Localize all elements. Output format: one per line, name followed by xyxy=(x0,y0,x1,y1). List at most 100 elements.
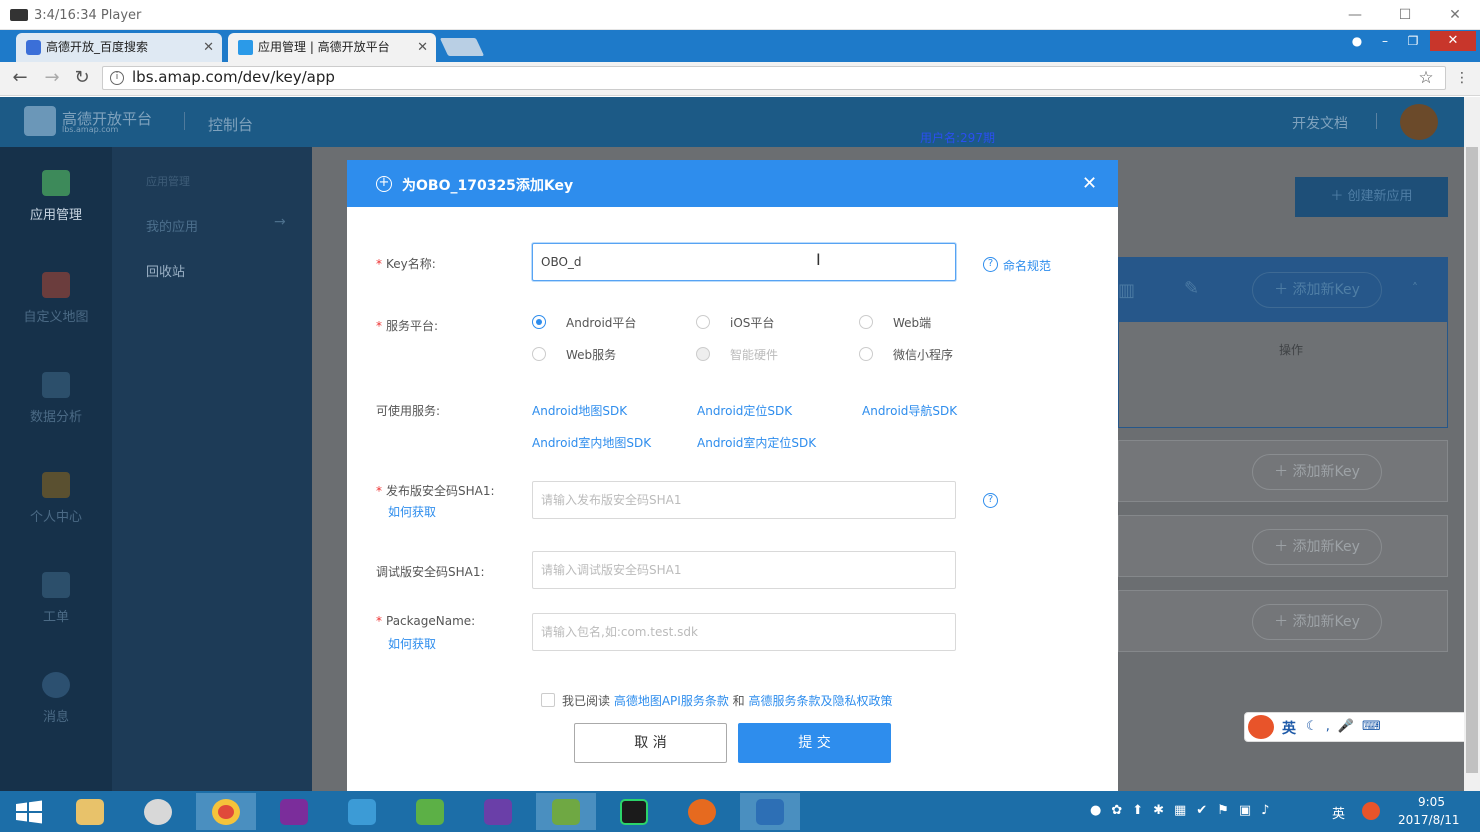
service-link[interactable]: Android室内地图SDK xyxy=(532,434,651,451)
terms-link[interactable]: 高德地图API服务条款 xyxy=(614,694,729,708)
sidebar-item-app-management[interactable]: 应用管理 xyxy=(0,170,112,270)
taskbar-powershell[interactable] xyxy=(740,793,800,830)
subnav-item-recycle[interactable]: 回收站 xyxy=(146,261,185,280)
naming-rule-link[interactable]: 命名规范 xyxy=(1003,257,1051,274)
maximize-button[interactable]: ☐ xyxy=(1390,4,1420,26)
info-icon[interactable]: i xyxy=(110,71,124,85)
taskbar-explorer[interactable] xyxy=(60,793,120,830)
tray-lang[interactable]: 英 xyxy=(1332,803,1345,822)
forward-arrow-icon[interactable]: → xyxy=(40,66,64,90)
trash-icon[interactable]: ▥ xyxy=(1118,280,1135,301)
sidebar-item-messages[interactable]: 消息 xyxy=(0,672,112,772)
browser-restore-button[interactable]: ❐ xyxy=(1402,33,1424,49)
radio-wechat[interactable] xyxy=(859,347,873,361)
docs-link[interactable]: 开发文档 xyxy=(1292,113,1348,133)
menu-icon[interactable]: ⋮ xyxy=(1450,66,1474,90)
modal-close-icon[interactable]: ✕ xyxy=(1082,173,1097,194)
sidebar-item-label: 应用管理 xyxy=(29,208,82,223)
avatar[interactable] xyxy=(1400,104,1438,140)
sogou-tray-icon[interactable] xyxy=(1362,802,1380,820)
clock-time[interactable]: 9:05 xyxy=(1418,795,1445,809)
radio-smart-hardware xyxy=(696,347,710,361)
tab-close-icon[interactable]: ✕ xyxy=(203,33,214,62)
browser-close-button[interactable]: ✕ xyxy=(1430,31,1476,51)
tray-icons[interactable]: ●✿⬆✱▦✔⚑▣♪ xyxy=(1090,803,1279,818)
release-sha1-label: * 发布版安全码SHA1: xyxy=(376,484,495,498)
add-key-button[interactable]: ＋ 添加新Key xyxy=(1252,454,1382,490)
taskbar-visual-studio[interactable] xyxy=(468,793,528,830)
help-icon[interactable]: ? xyxy=(983,257,998,272)
radio-label: Android平台 xyxy=(566,316,637,330)
package-name-input[interactable]: 请输入包名,如:com.test.sdk xyxy=(532,613,956,651)
clock-date[interactable]: 2017/8/11 xyxy=(1398,813,1460,827)
create-app-button[interactable]: ＋ 创建新应用 xyxy=(1295,177,1448,217)
sidebar-item-tickets[interactable]: 工单 xyxy=(0,572,112,672)
services-label: 可使用服务: xyxy=(376,404,441,418)
release-sha1-input[interactable]: 请输入发布版安全码SHA1 xyxy=(532,481,956,519)
taskbar-android-studio[interactable] xyxy=(536,793,596,830)
powershell-icon xyxy=(756,799,784,825)
radio-label: Web端 xyxy=(893,316,932,330)
user-icon[interactable]: ● xyxy=(1346,33,1368,49)
taskbar-monitor[interactable] xyxy=(332,793,392,830)
taskbar-chrome[interactable] xyxy=(196,793,256,830)
minimize-button[interactable]: — xyxy=(1340,4,1370,26)
windows-start-icon[interactable] xyxy=(14,800,44,824)
radio-web[interactable] xyxy=(859,315,873,329)
url-text[interactable]: lbs.amap.com/dev/key/app xyxy=(132,68,335,86)
service-link[interactable]: Android定位SDK xyxy=(697,402,792,419)
close-button[interactable]: ✕ xyxy=(1440,4,1470,26)
edit-icon[interactable]: ✎ xyxy=(1184,278,1199,299)
amap-favicon-icon xyxy=(238,40,253,55)
star-icon[interactable]: ☆ xyxy=(1414,66,1438,90)
radio-android[interactable] xyxy=(532,315,546,329)
taskbar-onenote[interactable] xyxy=(264,793,324,830)
cancel-button[interactable]: 取 消 xyxy=(574,723,727,763)
sogou-icon[interactable] xyxy=(1248,715,1274,739)
reload-icon[interactable]: ↻ xyxy=(70,66,94,90)
service-link[interactable]: Android导航SDK xyxy=(862,402,957,419)
browser-minimize-button[interactable]: – xyxy=(1374,33,1396,49)
add-key-button[interactable]: ＋ 添加新Key xyxy=(1252,604,1382,640)
taskbar-qt[interactable] xyxy=(400,793,460,830)
back-arrow-icon[interactable]: ← xyxy=(8,66,32,90)
chevron-up-icon[interactable]: ˄ xyxy=(1412,281,1418,295)
console-link[interactable]: 控制台 xyxy=(208,114,253,135)
radio-web-service[interactable] xyxy=(532,347,546,361)
taskbar-paint[interactable] xyxy=(128,793,188,830)
sidebar-item-custom-map[interactable]: 自定义地图 xyxy=(0,272,112,372)
tab-amap[interactable]: 应用管理 | 高德开放平台 ✕ xyxy=(228,33,436,62)
agree-checkbox[interactable] xyxy=(541,693,555,707)
sidebar-item-analytics[interactable]: 数据分析 xyxy=(0,372,112,472)
add-key-button[interactable]: ＋ 添加新Key xyxy=(1252,529,1382,565)
service-link[interactable]: Android室内定位SDK xyxy=(697,434,816,451)
service-link[interactable]: Android地图SDK xyxy=(532,402,627,419)
subnav-heading: 应用管理 xyxy=(146,175,190,188)
agree-text: 我已阅读 高德地图API服务条款 和 高德服务条款及隐私权政策 xyxy=(562,694,893,708)
ime-tools-icon[interactable]: ☾‚🎤⌨ xyxy=(1306,719,1389,734)
how-to-get-link[interactable]: 如何获取 xyxy=(388,635,436,652)
taskbar-pycharm[interactable] xyxy=(604,793,664,830)
clipboard-icon xyxy=(42,572,70,598)
scrollbar-thumb[interactable] xyxy=(1466,147,1478,773)
tab-baidu[interactable]: 高德开放_百度搜索 ✕ xyxy=(16,33,222,62)
debug-sha1-input[interactable]: 请输入调试版安全码SHA1 xyxy=(532,551,956,589)
help-icon[interactable]: ? xyxy=(983,493,998,508)
debug-sha1-label: 调试版安全码SHA1: xyxy=(376,565,485,579)
tab-close-icon[interactable]: ✕ xyxy=(417,33,428,62)
radio-ios[interactable] xyxy=(696,315,710,329)
key-name-input[interactable]: OBO_d xyxy=(532,243,956,281)
taskbar-firefox[interactable] xyxy=(672,793,732,830)
add-key-button[interactable]: ＋ 添加新Key xyxy=(1252,272,1382,308)
sidebar-item-profile[interactable]: 个人中心 xyxy=(0,472,112,572)
privacy-link[interactable]: 高德服务条款及隐私权政策 xyxy=(749,694,893,708)
player-logo-icon xyxy=(10,9,28,21)
ops-header: 操作 xyxy=(1279,343,1304,357)
chrome-icon xyxy=(212,799,240,825)
sidebar-item-label: 数据分析 xyxy=(29,410,82,425)
subnav-item-my-apps[interactable]: 我的应用 xyxy=(146,216,198,235)
submit-button[interactable]: 提 交 xyxy=(738,723,891,763)
amap-logo-icon[interactable] xyxy=(24,106,56,136)
how-to-get-link[interactable]: 如何获取 xyxy=(388,503,436,520)
ime-lang[interactable]: 英 xyxy=(1282,718,1296,738)
